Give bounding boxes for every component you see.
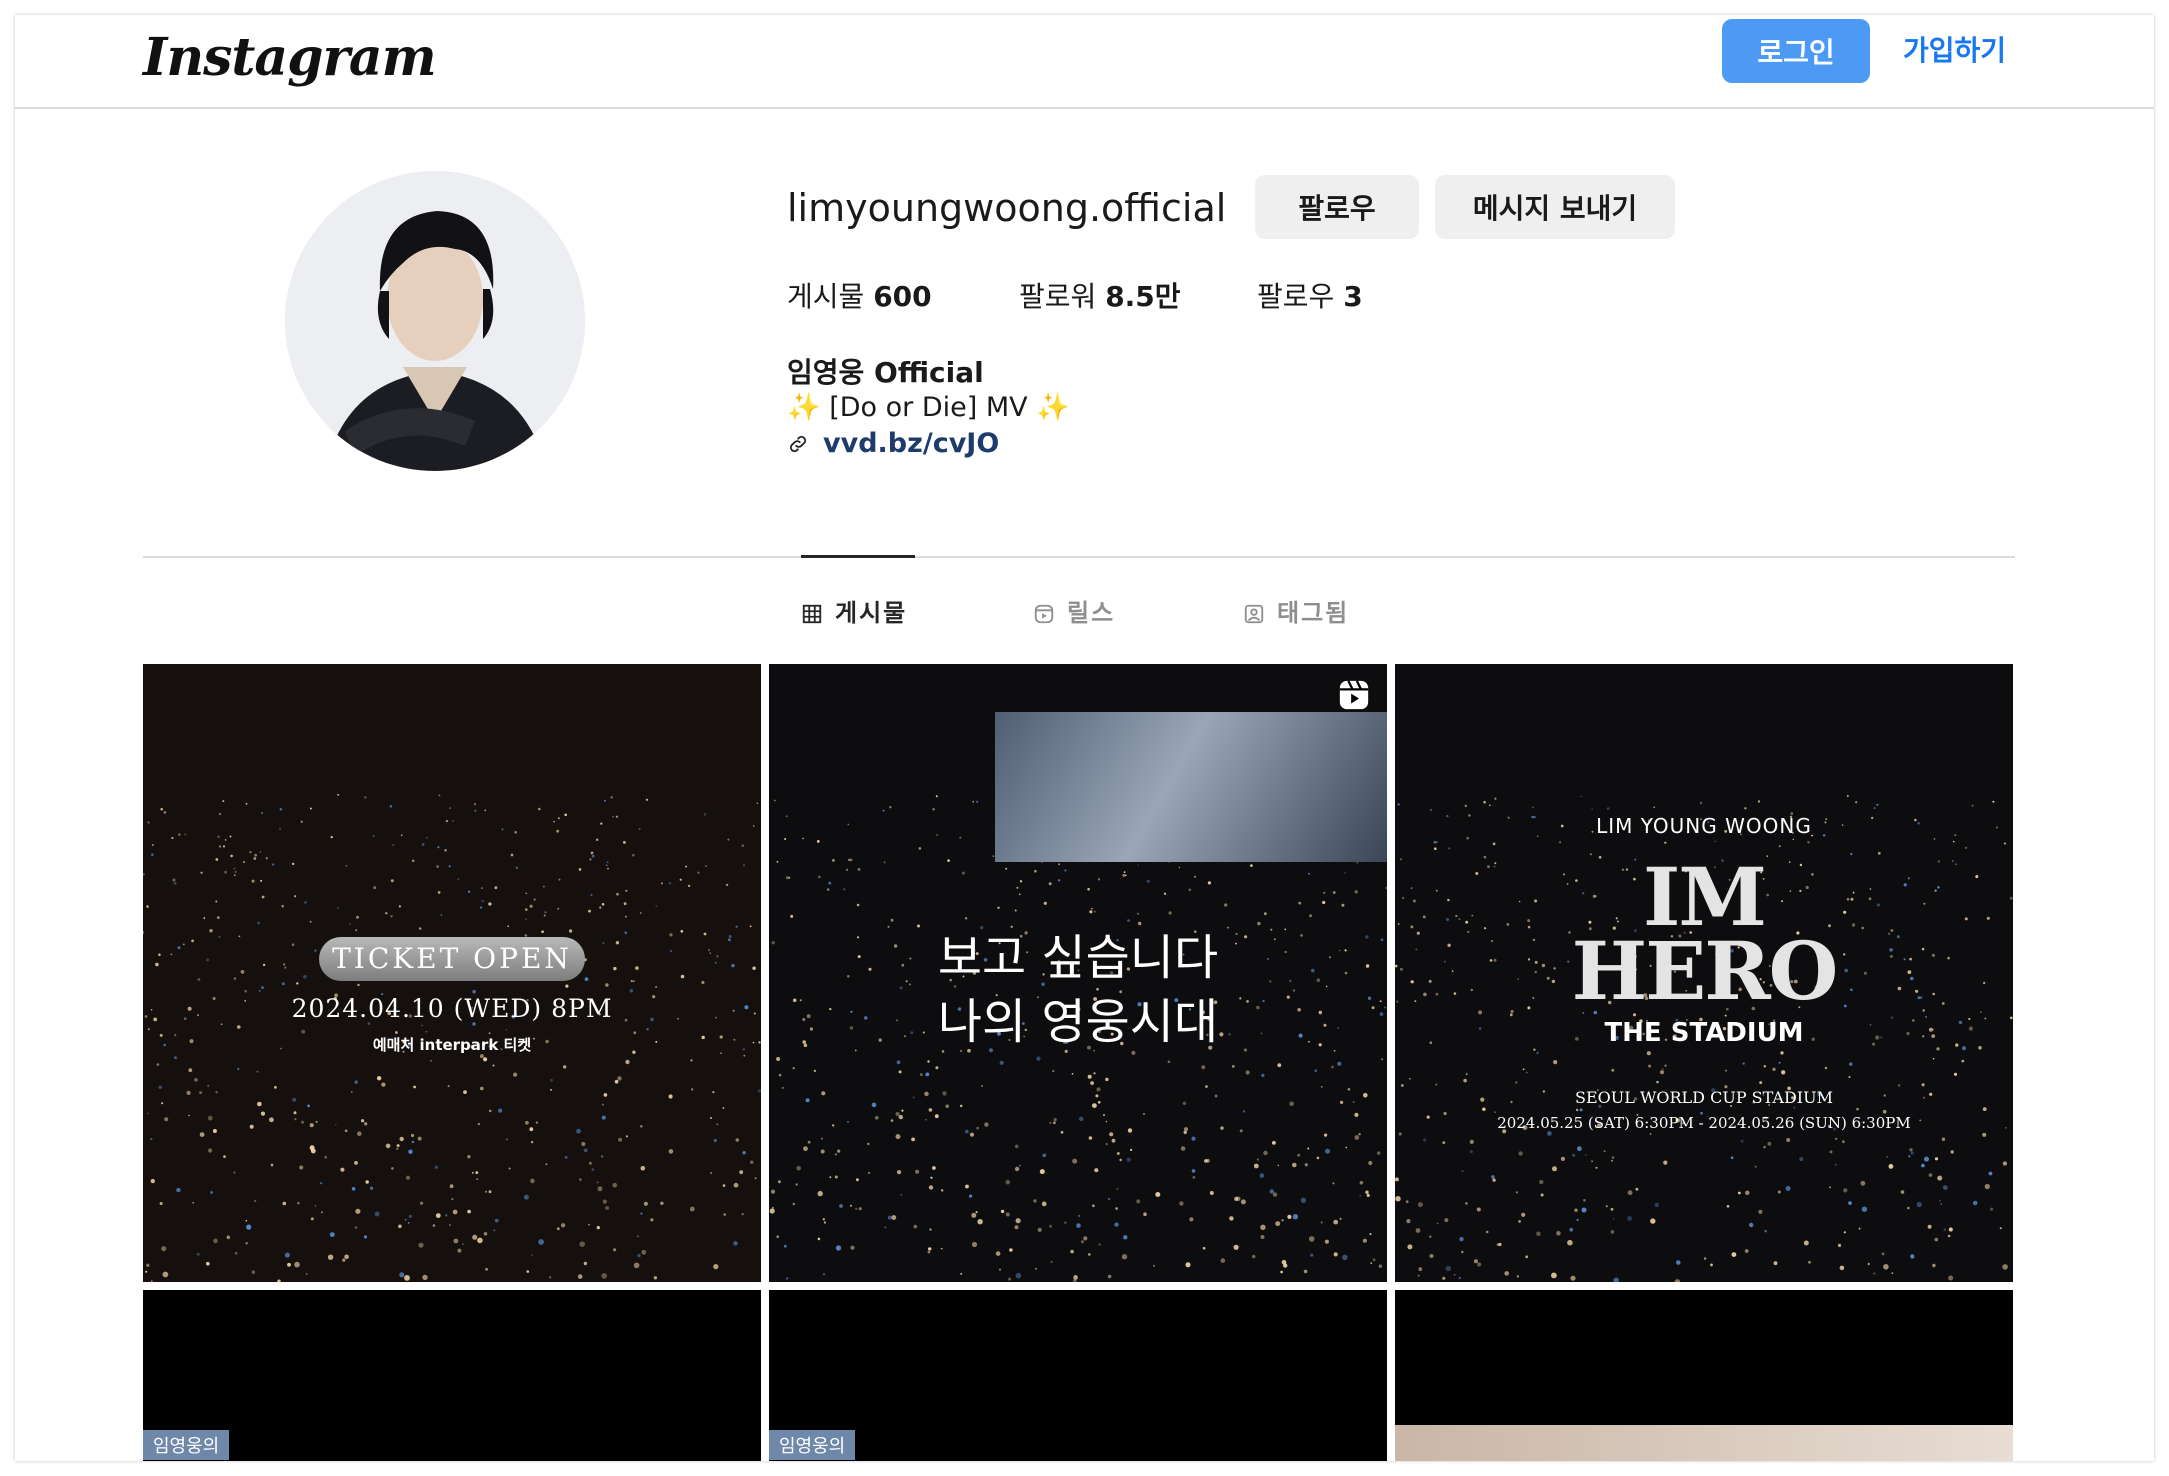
- post-tile[interactable]: 임영웅의: [143, 1290, 761, 1461]
- post-tile[interactable]: TICKET OPEN 2024.04.10 (WED) 8PM 예매처 int…: [143, 664, 761, 1282]
- poster-title-line1: IM: [1643, 850, 1767, 944]
- poster-dates: 2024.05.25 (SAT) 6:30PM - 2024.05.26 (SU…: [1497, 1114, 1911, 1132]
- reels-icon: [1034, 604, 1054, 624]
- instagram-logo[interactable]: Instagram: [143, 23, 437, 93]
- follow-button[interactable]: 팔로우: [1255, 175, 1419, 239]
- stat-following-label: 팔로우: [1257, 280, 1335, 313]
- post-thumbnail-label: 임영웅의: [143, 1430, 230, 1460]
- avatar-portrait-image: [285, 171, 585, 471]
- top-bar: Instagram 로그인 가입하기: [15, 15, 2154, 109]
- post-thumbnail-label: 임영웅의: [769, 1430, 856, 1460]
- tagged-person-icon: [1244, 604, 1264, 624]
- post-thumbnail-image: [1395, 1425, 2013, 1461]
- poster-subtitle: THE STADIUM: [1604, 1018, 1804, 1048]
- stat-followers-value: 8.5만: [1105, 280, 1181, 313]
- stat-followers-label: 팔로워: [1019, 280, 1097, 313]
- stat-posts-label: 게시물: [787, 280, 865, 313]
- profile-bio: ✨ [Do or Die] MV ✨: [787, 389, 1070, 427]
- reel-caption: 보고 싶습니다 나의 영웅시대: [769, 926, 1387, 1054]
- instagram-profile-page: Instagram 로그인 가입하기 limyoungwoong.officia…: [15, 15, 2154, 1461]
- tab-posts[interactable]: 게시물: [801, 593, 907, 633]
- bio-link[interactable]: vvd.bz/cvJO: [787, 425, 999, 463]
- sparkles-icon: ✨: [1036, 392, 1070, 423]
- post-tile[interactable]: LIM YOUNG WOONG IM HERO THE STADIUM SEOU…: [1395, 664, 2013, 1282]
- active-tab-indicator: [801, 555, 915, 558]
- bio-link-text: vvd.bz/cvJO: [823, 428, 1000, 459]
- profile-username: limyoungwoong.official: [787, 186, 1227, 230]
- profile-avatar[interactable]: [285, 171, 585, 471]
- tabs-divider: [143, 556, 2015, 558]
- reel-caption-line1: 보고 싶습니다: [937, 930, 1219, 986]
- sparkles-icon: ✨: [787, 392, 821, 423]
- send-message-button[interactable]: 메시지 보내기: [1435, 175, 1675, 239]
- poster-title: IM HERO: [1395, 850, 2013, 1018]
- tab-tagged[interactable]: 태그됨: [1243, 593, 1349, 633]
- stat-following[interactable]: 팔로우 3: [1257, 277, 1363, 317]
- post-tile[interactable]: 보고 싶습니다 나의 영웅시대: [769, 664, 1387, 1282]
- stat-posts: 게시물 600: [787, 277, 932, 317]
- profile-full-name: 임영웅 Official: [787, 356, 984, 389]
- login-button[interactable]: 로그인: [1722, 19, 1870, 83]
- poster-venue: SEOUL WORLD CUP STADIUM: [1574, 1088, 1833, 1107]
- post-tile[interactable]: [1395, 1290, 2013, 1461]
- ticket-open-date: 2024.04.10 (WED) 8PM: [291, 994, 613, 1023]
- poster-artist: LIM YOUNG WOONG: [1596, 814, 1812, 838]
- stage-screen-image: [995, 712, 1387, 862]
- tab-tagged-label: 태그됨: [1277, 599, 1350, 627]
- bio-text: [Do or Die] MV: [829, 392, 1028, 423]
- stat-posts-value: 600: [873, 280, 932, 313]
- post-tile[interactable]: 임영웅의: [769, 1290, 1387, 1461]
- reel-indicator-icon: [1339, 680, 1369, 710]
- reel-caption-line2: 나의 영웅시대: [937, 994, 1219, 1050]
- link-icon: [789, 435, 807, 453]
- ticket-seller: 예매처 interpark 티켓: [372, 1036, 532, 1054]
- tab-posts-label: 게시물: [835, 599, 908, 627]
- tab-reels[interactable]: 릴스: [1033, 593, 1115, 633]
- grid-icon: [802, 604, 822, 624]
- stat-followers[interactable]: 팔로워 8.5만: [1019, 277, 1181, 317]
- tab-reels-label: 릴스: [1067, 599, 1116, 627]
- ticket-open-badge: TICKET OPEN: [319, 937, 585, 981]
- signup-link[interactable]: 가입하기: [1903, 19, 2006, 83]
- poster-title-line2: HERO: [1571, 924, 1839, 1018]
- stat-following-value: 3: [1343, 280, 1363, 313]
